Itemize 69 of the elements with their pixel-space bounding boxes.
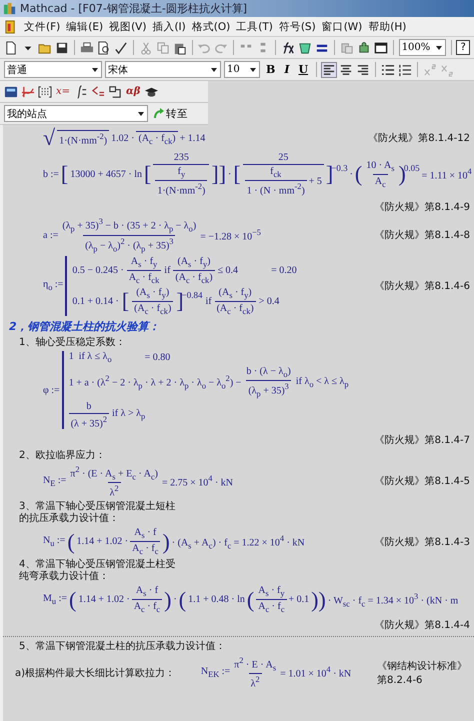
caret-icon [434, 44, 443, 52]
print-icon[interactable] [80, 40, 94, 54]
function-icon[interactable] [281, 40, 296, 54]
bold-button[interactable]: B [263, 63, 278, 76]
reference-note: 《防火规》第8.1.4-5 [374, 474, 470, 488]
go-button[interactable]: 转至 [151, 106, 190, 120]
text-label: a)根据构件最大长细比计算欧拉力： [15, 666, 176, 680]
site-dropdown[interactable]: 我的站点 [4, 105, 148, 122]
boolean-icon[interactable] [91, 84, 106, 98]
text-label: 1、轴心受压稳定系数： [19, 336, 126, 348]
caret-icon [137, 110, 145, 118]
text-label: 3、常温下轴心受压钢管混凝土短柱的抗压承载力设计值： [19, 501, 176, 524]
menu-item[interactable]: 视图(V) [109, 20, 146, 34]
menu-item[interactable]: 帮助(H) [368, 20, 406, 34]
reference-note: 《防火规》第8.1.4-9 [374, 200, 470, 214]
math-expression: √ 1·(N·mm$^{-2}$) 1.02 · (A$_{c}$ · f$_{ck}$) + 1.14 [43, 127, 206, 149]
menu-item[interactable]: 格式(O) [192, 20, 230, 34]
caret-icon [249, 66, 257, 74]
numbered-list-icon[interactable] [398, 62, 412, 76]
math-expression: a := (λ$_{p}$ + 35)$^{3}$ − b · (35 + 2 · λ$_{p}$ − λ$_{o}$) (λ$_{p}$ − λ$_{o}$)$^{2}$ · (λ$_{p}$ + 35)$^{3}$ = −1.28 × 10$^{−5}$ [43, 217, 261, 253]
align-left-icon[interactable] [322, 62, 336, 76]
menu-item[interactable]: 编辑(E) [66, 20, 104, 34]
section-heading: 2，钢管混凝土柱的抗火验算： [9, 318, 161, 334]
reference-note: 《防火规》第8.1.4-8 [374, 228, 470, 242]
text-label: 4、常温下轴心受压钢管混凝土柱受纯弯承载力设计值： [19, 559, 176, 582]
align-right-icon[interactable] [356, 62, 370, 76]
app-icon [3, 2, 17, 16]
math-expression: N$_{E}$ := π$^{2}$ · (E · A$_{s}$ + E$_{c}$ · A$_{c}$) λ$^{2}$ = 2.75 × 10$^{4}$ · kN [43, 464, 234, 498]
reference-note: 《防火规》第8.1.4-6 [374, 280, 470, 293]
menu-item[interactable]: 插入(I) [152, 20, 186, 34]
caret-icon [91, 66, 99, 74]
menu-item[interactable]: 窗口(W) [322, 20, 362, 34]
reference-note: 《防火规》第8.1.4-7 [374, 434, 470, 448]
font-dropdown[interactable]: 宋体 [105, 61, 221, 78]
zoom-dropdown[interactable]: 100% [398, 39, 446, 56]
arrow-icon [153, 108, 165, 120]
style-dropdown[interactable]: 普通 [4, 61, 102, 78]
window-title: Mathcad - [F07-钢管混凝土-圆形柱抗火计算] [20, 1, 248, 16]
programming-icon[interactable] [108, 84, 122, 98]
italic-button[interactable]: I [281, 63, 292, 76]
menu-item[interactable]: 工具(T) [236, 20, 273, 34]
bullet-list-icon[interactable] [381, 62, 396, 76]
reference-note: 《防火规》第8.1.4-3 [374, 536, 470, 549]
text-label: 2、欧拉临界应力： [19, 450, 106, 462]
font-size-dropdown[interactable]: 10 [224, 61, 260, 78]
spell-check-icon[interactable] [114, 40, 128, 54]
calculator-icon[interactable] [4, 84, 18, 98]
units-icon[interactable] [298, 40, 312, 54]
caret-icon [210, 66, 218, 74]
window-icon[interactable] [374, 40, 388, 54]
menu-item[interactable]: 文件(F) [24, 20, 60, 34]
math-expression: φ := 1 if λ ≤ λ$_{o}$ = 0.80 1 + a · (λ$^{2}$ − 2 · λ$_{p}$ · λ + 2 · λ$_{p}$ · λ$_{o}$ − λ$_{o}$$^{2}$) − b · (λ − λ$_{o}$) (λ$_{p}$ + 35)$^{3}$ if λ$_{o}$ < λ ≤ λ$_{p}$ b (λ + 35)$^{2}$ if λ > λ$_{p}$ [43, 351, 348, 430]
help-button[interactable]: ? [456, 40, 470, 55]
greek-button[interactable]: αβ [125, 86, 142, 97]
math-expression: N$_{EK}$ := π$^{2}$ · E · A$_{s}$ λ$^{2}$ = 1.01 × 10$^{4}$ · kN [200, 656, 352, 690]
evaluation-button[interactable]: x= [55, 86, 72, 97]
reference-note: 《钢结构设计标准》第8.2.4-6 [377, 660, 468, 687]
underline-button[interactable]: U [295, 63, 312, 76]
graph-icon[interactable] [21, 84, 35, 98]
reference-note: 《防火规》第8.1.4-4 [374, 618, 470, 632]
component-icon[interactable] [356, 40, 371, 54]
reference-note: 《防火规》第8.1.4-12 [368, 132, 470, 145]
menu-item[interactable]: 符号(S) [278, 20, 316, 34]
align-center-icon[interactable] [339, 62, 354, 76]
text-label: 5、常温下钢管混凝土柱的抗压承载力设计值： [19, 641, 226, 653]
new-document-icon[interactable] [4, 40, 18, 54]
matrix-icon[interactable] [38, 84, 52, 98]
save-icon[interactable] [55, 40, 69, 54]
print-preview-icon[interactable] [96, 40, 111, 54]
